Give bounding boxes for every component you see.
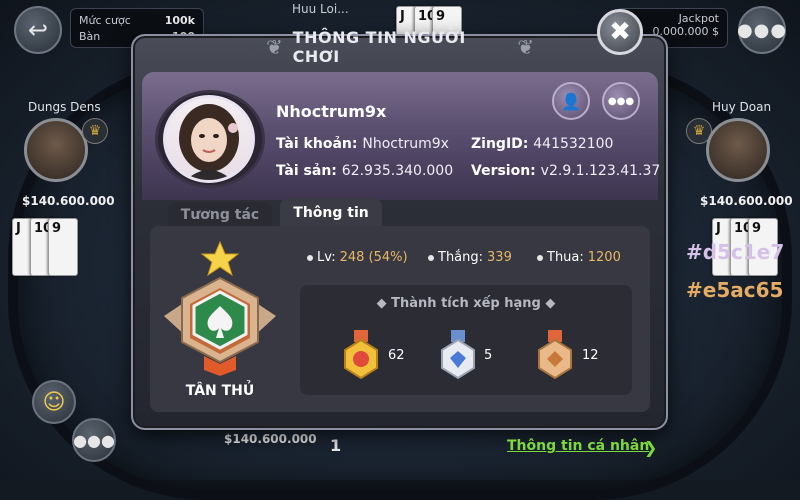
chat-bubble-icon: ●●●: [73, 430, 115, 450]
close-button[interactable]: ✖: [597, 9, 643, 55]
right-player-money: $140.600.000: [700, 194, 793, 208]
bullet-icon: [537, 254, 543, 261]
more-dots-icon: ●●●: [736, 19, 788, 41]
bet-label: Mức cược: [79, 13, 131, 27]
gold-medal-icon: [344, 330, 378, 380]
rank-label: TÂN THỦ: [185, 383, 255, 399]
rank-badge-icon: [164, 240, 276, 376]
emoji-button[interactable]: ☺: [32, 380, 76, 424]
player-name: Nhoctrum9x: [276, 102, 387, 121]
tab-info[interactable]: Thông tin: [280, 198, 382, 228]
silver-medal-icon: [441, 330, 475, 380]
bronze-medal-count: 12: [582, 348, 599, 363]
right-player-name: Huy Doan: [712, 100, 772, 114]
version-value: v2.9.1.123.41.37: [540, 163, 661, 179]
zingid-label: ZingID:: [471, 136, 529, 152]
losses-stat: Thua: 1200: [537, 250, 621, 265]
add-friend-icon: 👤: [561, 91, 581, 111]
back-button[interactable]: ↩: [14, 6, 62, 54]
laurel-right-icon: ❦: [517, 35, 535, 59]
level-label: Lv:: [317, 250, 336, 265]
bet-value: 100k: [164, 13, 195, 27]
left-player-money: $140.600.000: [22, 194, 115, 208]
level-stat: Lv: 248 (54%): [307, 250, 408, 265]
wins-label: Thắng:: [438, 250, 484, 265]
account-value: Nhoctrum9x: [362, 136, 449, 152]
crown-icon: ♛: [82, 118, 108, 144]
version-row: Version: v2.9.1.123.41.37: [471, 163, 660, 179]
avatar-portrait-icon: [179, 104, 239, 180]
zingid-row: ZingID: 441532100: [471, 136, 613, 152]
color-tag-lilac: #d5c1e7: [686, 240, 785, 264]
bullet-icon: [428, 254, 434, 261]
menu-button[interactable]: ●●●: [736, 6, 788, 54]
left-player-avatar[interactable]: [24, 118, 88, 182]
smiley-icon: ☺: [42, 389, 66, 415]
account-row: Tài khoản: Nhoctrum9x: [276, 136, 449, 152]
close-icon: ✖: [609, 17, 631, 47]
chat-player-button[interactable]: ●●●: [602, 82, 640, 120]
chat-button[interactable]: ●●●: [72, 418, 116, 462]
version-label: Version:: [471, 163, 536, 179]
top-player-name: Huu Loi...: [292, 2, 349, 16]
losses-value: 1200: [587, 250, 621, 265]
card: 9: [48, 218, 78, 276]
achievements-title: ◆ Thành tích xếp hạng ◆: [376, 296, 556, 311]
add-friend-button[interactable]: 👤: [552, 82, 590, 120]
zingid-value: 441532100: [533, 136, 614, 152]
back-arrow-icon: ↩: [27, 16, 49, 44]
losses-label: Thua:: [547, 250, 584, 265]
gold-medal-count: 62: [388, 348, 405, 363]
bronze-medal-icon: [538, 330, 572, 380]
bullet-icon: [307, 254, 313, 261]
wins-stat: Thắng: 339: [428, 250, 512, 265]
right-player-avatar[interactable]: [706, 118, 770, 182]
silver-medal-count: 5: [484, 348, 493, 363]
color-tag-orange: #e5ac65: [686, 278, 784, 302]
laurel-left-icon: ❦: [265, 35, 283, 59]
player-avatar: [163, 95, 255, 183]
chevron-right-icon[interactable]: ❯: [644, 438, 657, 457]
left-player-name: Dungs Dens: [28, 100, 101, 114]
assets-value: 62.935.340.000: [341, 163, 454, 179]
dialog-title: THÔNG TIN NGƯỜI CHƠI: [292, 28, 466, 66]
level-value: 248 (54%): [339, 250, 408, 265]
assets-row: Tài sản: 62.935.340.000: [276, 163, 453, 179]
account-label: Tài khoản:: [276, 136, 358, 152]
bottom-count: 1: [330, 436, 342, 455]
assets-label: Tài sản:: [276, 163, 337, 179]
wins-value: 339: [487, 250, 512, 265]
chat-bubble-icon: ●●●: [607, 95, 635, 107]
table-label: Bàn: [79, 29, 101, 43]
personal-info-link[interactable]: Thông tin cá nhân: [507, 438, 649, 454]
dialog-header: ❦ THÔNG TIN NGƯỜI CHƠI ❦: [262, 28, 538, 66]
bottom-player-money: $140.600.000: [224, 432, 317, 446]
tab-interaction[interactable]: Tương tác: [168, 202, 272, 228]
left-player-cards: J 10 9: [12, 218, 78, 276]
